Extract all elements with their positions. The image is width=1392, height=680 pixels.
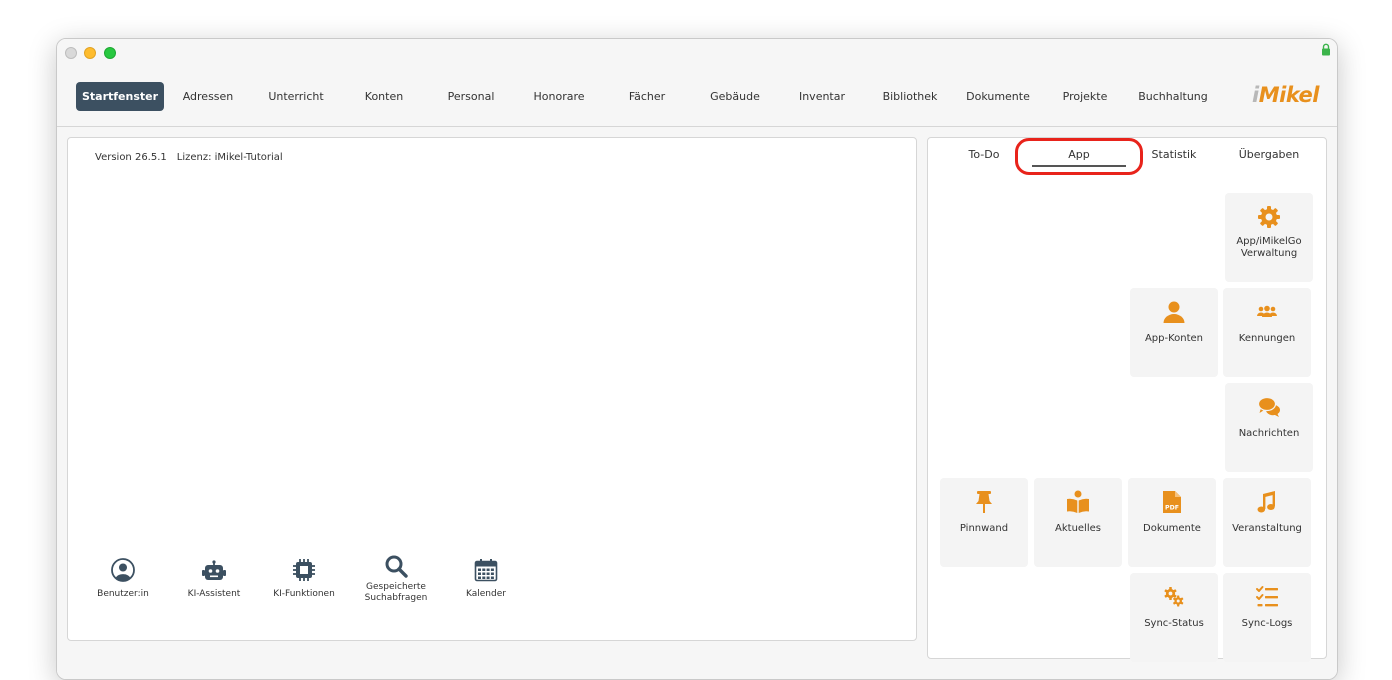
tile-label: Kennungen bbox=[1238, 333, 1296, 344]
tile-nachrichten[interactable]: Nachrichten bbox=[1225, 383, 1313, 472]
pin-icon bbox=[976, 491, 992, 513]
tile-label: Sync-Status bbox=[1144, 618, 1204, 629]
tile-label: App-Konten bbox=[1144, 333, 1204, 344]
tile-label: Sync-Logs bbox=[1241, 618, 1293, 629]
maximize-window-button[interactable] bbox=[104, 47, 116, 59]
tile-label: Nachrichten bbox=[1238, 428, 1300, 439]
tool-kalender[interactable]: Kalender bbox=[446, 556, 526, 600]
robot-icon bbox=[202, 560, 226, 580]
svg-text:PDF: PDF bbox=[1165, 505, 1179, 512]
user-icon bbox=[1163, 301, 1185, 323]
chip-icon bbox=[293, 559, 315, 581]
main-content: Version 26.5.1 Lizenz: iMikel-Tutorial Be… bbox=[57, 127, 1337, 679]
tile-veranstaltung[interactable]: Veranstaltung bbox=[1223, 478, 1311, 567]
tool-ki-assistent[interactable]: KI-Assistent bbox=[174, 556, 254, 600]
version-info: Version 26.5.1 Lizenz: iMikel-Tutorial bbox=[95, 152, 293, 163]
nav-startfenster[interactable]: Startfenster bbox=[76, 82, 164, 111]
nav-faecher[interactable]: Fächer bbox=[612, 82, 682, 111]
tool-ki-funktionen[interactable]: KI-Funktionen bbox=[264, 556, 344, 600]
start-panel: Version 26.5.1 Lizenz: iMikel-Tutorial Be… bbox=[67, 137, 917, 641]
main-navigation: Startfenster Adressen Unterricht Konten … bbox=[57, 65, 1337, 127]
nav-buchhaltung[interactable]: Buchhaltung bbox=[1133, 82, 1213, 111]
tile-pinnwand[interactable]: Pinnwand bbox=[940, 478, 1028, 567]
nav-adressen[interactable]: Adressen bbox=[174, 82, 242, 111]
version-label: Version 26.5.1 bbox=[95, 152, 167, 163]
nav-konten[interactable]: Konten bbox=[349, 82, 419, 111]
tile-label: Pinnwand bbox=[959, 523, 1009, 534]
tile-sync-logs[interactable]: Sync-Logs bbox=[1223, 573, 1311, 662]
lock-icon bbox=[1322, 43, 1330, 56]
title-bar bbox=[57, 39, 1337, 65]
tool-label: KI-Funktionen bbox=[273, 589, 335, 599]
nav-personal[interactable]: Personal bbox=[436, 82, 506, 111]
tile-label: Dokumente bbox=[1143, 523, 1201, 534]
tab-uebergaben[interactable]: Übergaben bbox=[1222, 145, 1316, 165]
users-icon bbox=[1257, 305, 1277, 317]
tile-label: App/iMikelGo Verwaltung bbox=[1236, 236, 1302, 259]
tile-dokumente[interactable]: PDF Dokumente bbox=[1128, 478, 1216, 567]
highlight-annotation bbox=[1015, 138, 1143, 175]
user-circle-icon bbox=[111, 558, 135, 582]
nav-honorare[interactable]: Honorare bbox=[524, 82, 594, 111]
search-icon bbox=[385, 555, 408, 578]
tile-app-konten[interactable]: App-Konten bbox=[1130, 288, 1218, 377]
checklist-icon bbox=[1256, 586, 1278, 607]
app-window: Startfenster Adressen Unterricht Konten … bbox=[56, 38, 1338, 680]
nav-unterricht[interactable]: Unterricht bbox=[261, 82, 331, 111]
tile-kennungen[interactable]: Kennungen bbox=[1223, 288, 1311, 377]
close-window-button[interactable] bbox=[65, 47, 77, 59]
tile-label: Aktuelles bbox=[1055, 523, 1101, 534]
nav-bibliothek[interactable]: Bibliothek bbox=[875, 82, 945, 111]
chat-icon bbox=[1257, 396, 1280, 417]
nav-projekte[interactable]: Projekte bbox=[1050, 82, 1120, 111]
tool-label: Gespeicherte Suchabfragen bbox=[364, 582, 428, 603]
cogs-icon bbox=[1164, 587, 1184, 607]
app-panel: To-Do App Statistik Übergaben App/iMikel… bbox=[927, 137, 1327, 662]
license-label: Lizenz: iMikel-Tutorial bbox=[176, 152, 283, 163]
tile-app-verwaltung[interactable]: App/iMikelGo Verwaltung bbox=[1225, 193, 1313, 282]
book-reader-icon bbox=[1067, 490, 1089, 513]
tool-label: KI-Assistent bbox=[187, 589, 241, 599]
gear-icon bbox=[1258, 206, 1280, 228]
nav-gebaeude[interactable]: Gebäude bbox=[700, 82, 770, 111]
nav-dokumente[interactable]: Dokumente bbox=[963, 82, 1033, 111]
nav-inventar[interactable]: Inventar bbox=[787, 82, 857, 111]
tile-aktuelles[interactable]: Aktuelles bbox=[1034, 478, 1122, 567]
tile-label: Veranstaltung bbox=[1232, 523, 1302, 534]
music-note-icon bbox=[1257, 491, 1275, 513]
tool-label: Kalender bbox=[466, 589, 506, 599]
tool-gespeicherte-suchabfragen[interactable]: Gespeicherte Suchabfragen bbox=[356, 555, 436, 604]
tile-sync-status[interactable]: Sync-Status bbox=[1130, 573, 1218, 662]
imikel-logo: iMikel bbox=[1252, 83, 1319, 107]
minimize-window-button[interactable] bbox=[84, 47, 96, 59]
pdf-file-icon: PDF bbox=[1163, 491, 1181, 513]
calendar-icon bbox=[474, 559, 498, 582]
tool-benutzer[interactable]: Benutzer:in bbox=[83, 556, 163, 600]
tool-label: Benutzer:in bbox=[97, 589, 149, 599]
